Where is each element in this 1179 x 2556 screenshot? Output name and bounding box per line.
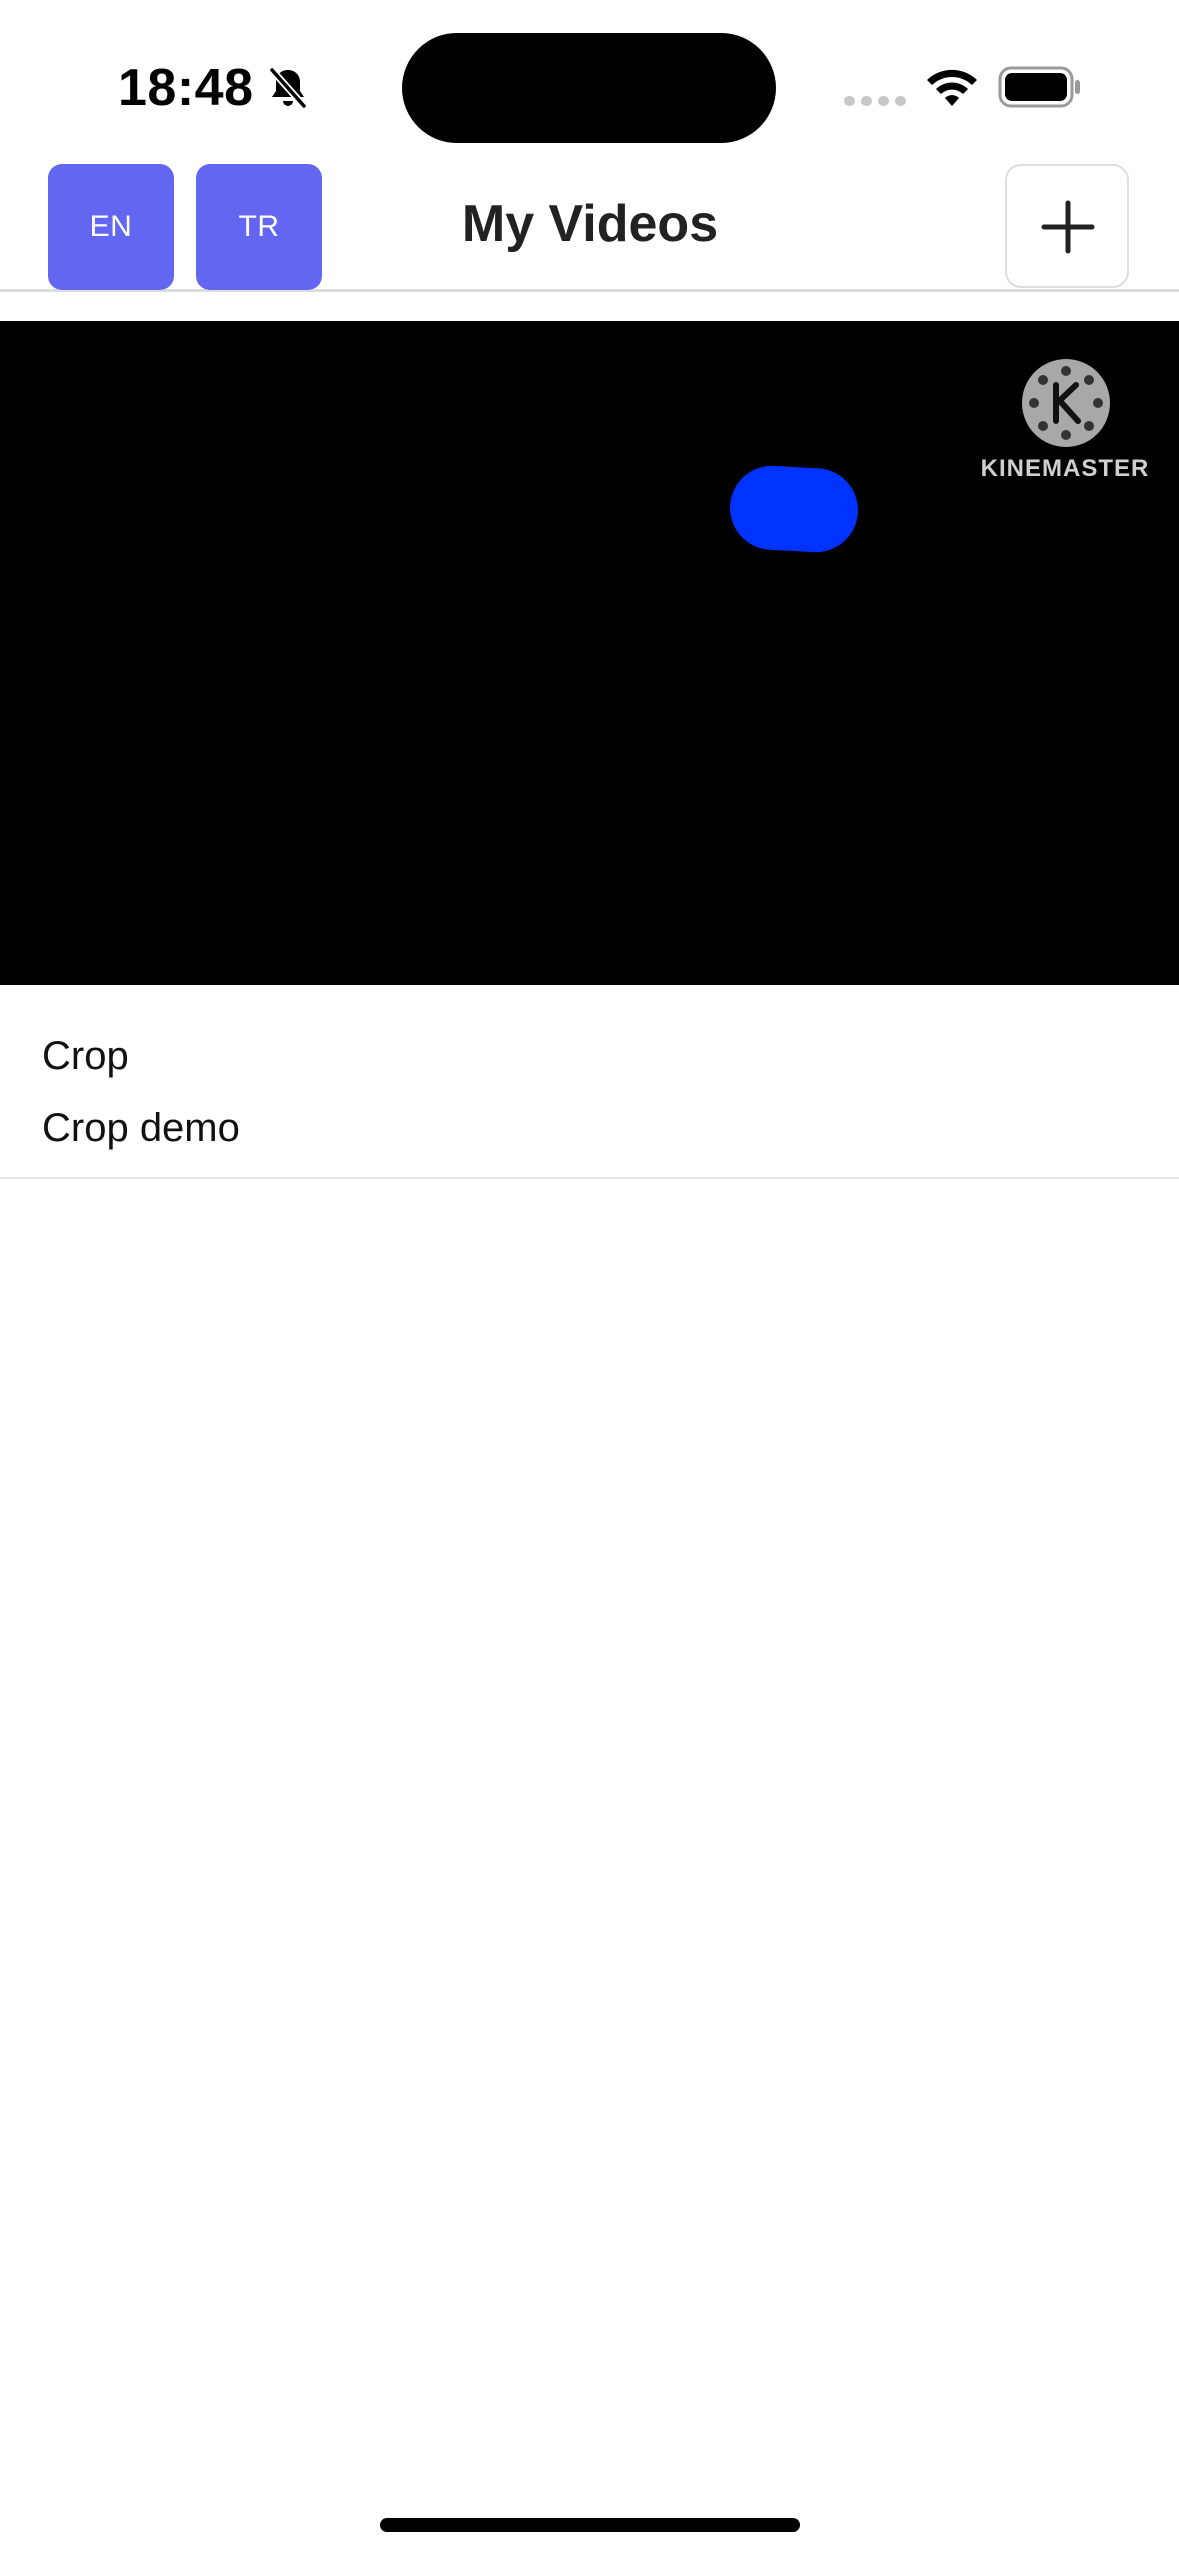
video-frame-shape	[727, 463, 861, 555]
status-time: 18:48	[118, 59, 254, 117]
dynamic-island	[402, 33, 776, 143]
add-video-button[interactable]	[1005, 164, 1129, 288]
home-indicator[interactable]	[380, 2518, 800, 2532]
cellular-signal-icon	[844, 96, 906, 106]
kinemaster-logo-icon	[1022, 359, 1110, 447]
battery-icon	[998, 66, 1080, 108]
video-description: Crop demo	[42, 1106, 240, 1150]
language-tr-button[interactable]: TR	[196, 164, 322, 290]
page-title: My Videos	[461, 195, 719, 253]
header-bar: EN TR My Videos	[0, 150, 1179, 292]
wifi-icon	[927, 69, 977, 106]
language-en-button[interactable]: EN	[48, 164, 174, 290]
video-title: Crop	[42, 1034, 129, 1078]
bell-slash-icon	[268, 66, 308, 110]
video-player[interactable]: KINEMASTER	[0, 321, 1179, 985]
watermark-text: KINEMASTER	[980, 455, 1150, 482]
status-bar: 18:48	[0, 0, 1179, 150]
video-list-item[interactable]: Crop Crop demo	[0, 985, 1179, 1179]
plus-icon	[1041, 200, 1095, 254]
